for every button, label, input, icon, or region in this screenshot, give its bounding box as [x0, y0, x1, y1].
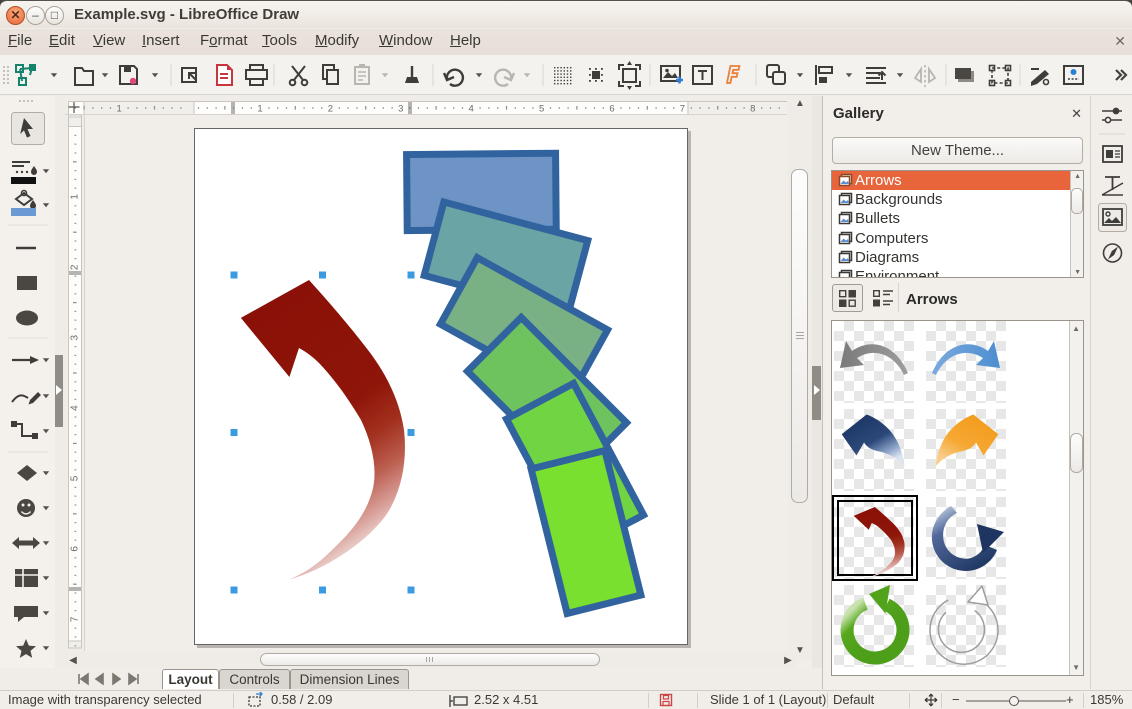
svg-text:6: 6 — [70, 546, 81, 552]
svg-text:1: 1 — [117, 104, 122, 115]
svg-text:5: 5 — [70, 475, 81, 481]
svg-text:4: 4 — [469, 104, 474, 115]
svg-text:6: 6 — [609, 104, 614, 115]
svg-text:1: 1 — [70, 194, 81, 200]
svg-text:1: 1 — [257, 104, 262, 115]
svg-text:3: 3 — [398, 104, 403, 115]
svg-text:2: 2 — [70, 264, 81, 270]
svg-text:2: 2 — [328, 104, 333, 115]
svg-text:7: 7 — [680, 104, 685, 115]
svg-text:7: 7 — [70, 616, 81, 622]
svg-text:4: 4 — [70, 405, 81, 411]
svg-text:5: 5 — [539, 104, 544, 115]
svg-text:8: 8 — [750, 104, 755, 115]
svg-text:3: 3 — [70, 334, 81, 340]
